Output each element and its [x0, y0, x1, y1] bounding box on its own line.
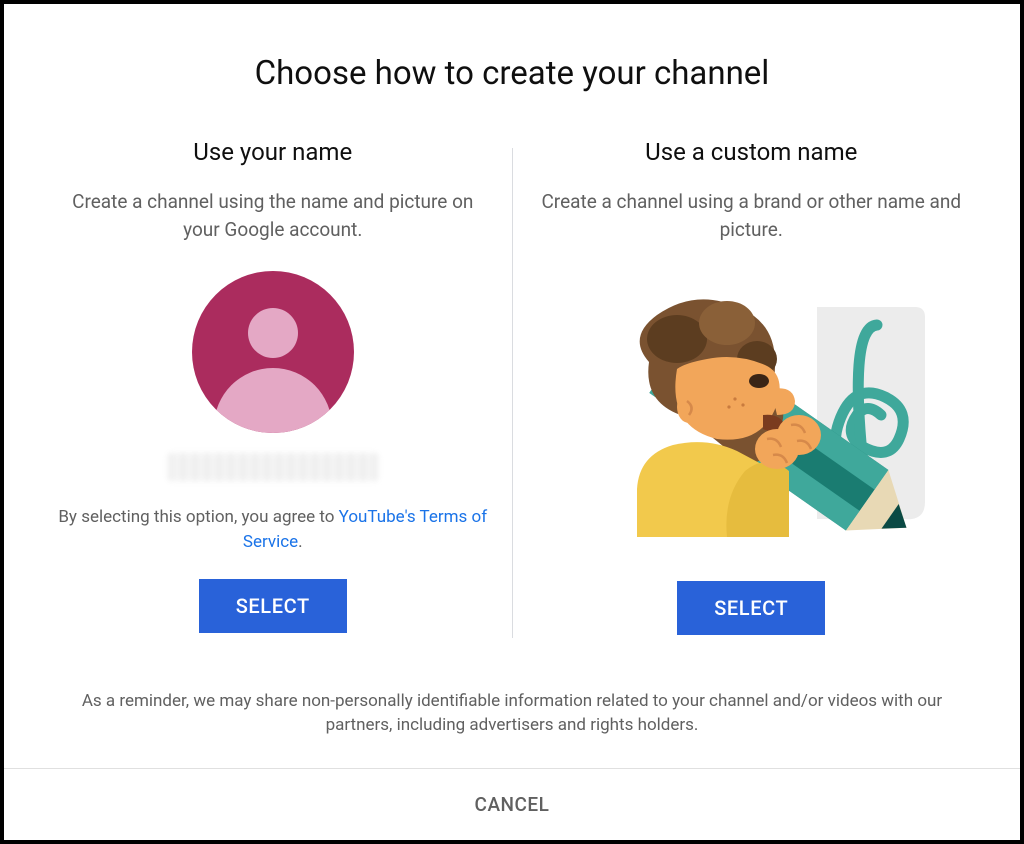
option-use-your-name: Use your name Create a channel using the… [34, 138, 512, 670]
custom-name-illustration-icon [567, 267, 935, 537]
account-name-redacted [168, 453, 378, 481]
option-custom-heading: Use a custom name [645, 138, 857, 166]
option-custom-description: Create a channel using a brand or other … [533, 188, 971, 243]
option-own-heading: Use your name [193, 138, 352, 166]
option-use-custom-name: Use a custom name Create a channel using… [513, 138, 991, 670]
dialog-title: Choose how to create your channel [4, 4, 1020, 138]
select-own-name-button[interactable]: SELECT [199, 579, 347, 633]
cancel-button[interactable]: CANCEL [475, 793, 550, 816]
create-channel-dialog: Choose how to create your channel Use yo… [4, 4, 1020, 840]
dialog-footer: CANCEL [4, 768, 1020, 840]
options-row: Use your name Create a channel using the… [4, 138, 1020, 670]
terms-text: By selecting this option, you agree to Y… [54, 505, 492, 554]
select-custom-name-button[interactable]: SELECT [677, 581, 825, 635]
avatar-icon [192, 271, 354, 433]
account-avatar-block [168, 271, 378, 481]
option-own-description: Create a channel using the name and pict… [54, 188, 492, 243]
reminder-text: As a reminder, we may share non-personal… [4, 670, 1020, 768]
